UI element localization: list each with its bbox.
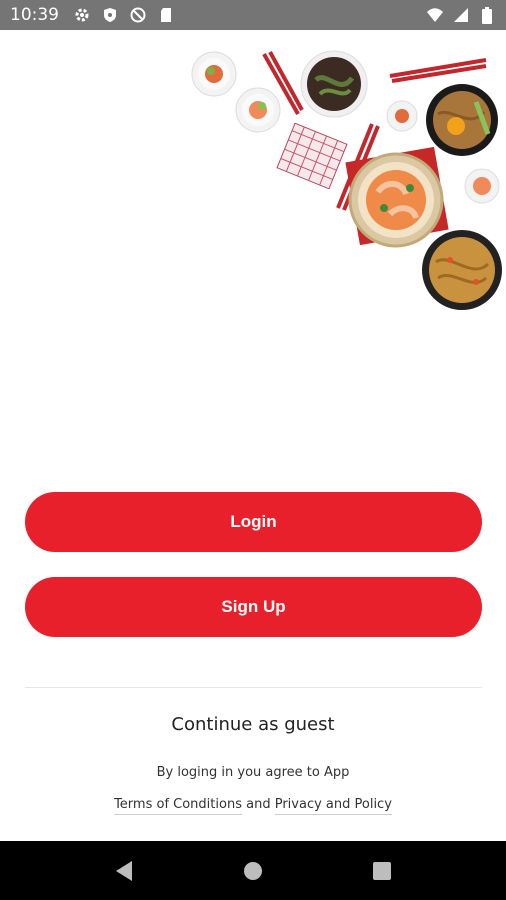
status-time: 10:39 [10,5,59,25]
sushi-roll-icon [464,168,500,204]
login-button[interactable]: Login [25,492,482,552]
signup-button[interactable]: Sign Up [25,577,482,637]
shield-icon [101,6,119,24]
no-tracking-icon [129,6,147,24]
food-dishes-illustration [191,50,502,310]
chopsticks-icon [389,58,487,83]
wifi-icon [426,6,444,24]
soup-bowl-icon [300,50,368,118]
divider [25,687,482,688]
cellular-icon [452,6,470,24]
sd-card-icon [157,6,175,24]
navigation-bar [0,841,506,900]
sushi-roll-icon [235,87,281,133]
home-icon[interactable] [233,851,273,891]
agreement-text: By loging in you agree to App [156,765,350,780]
shrimp-soup-bowl-icon [345,146,449,248]
legal-links: Terms of Conditions and Privacy and Poli… [0,797,506,815]
status-bar: 10:39 [0,0,506,30]
terms-link[interactable]: Terms of Conditions [114,797,242,815]
battery-icon [478,6,496,24]
sushi-roll-icon [386,100,418,132]
napkin-icon [276,122,348,190]
back-icon[interactable] [104,851,144,891]
privacy-link[interactable]: Privacy and Policy [274,797,392,815]
noodle-bowl-icon [426,84,498,156]
sushi-roll-icon [191,51,237,97]
recents-icon[interactable] [362,851,402,891]
fried-noodle-plate-icon [422,230,502,310]
gear-icon [73,6,91,24]
continue-as-guest-link[interactable]: Continue as guest [0,714,506,735]
and-text: and [246,797,271,812]
